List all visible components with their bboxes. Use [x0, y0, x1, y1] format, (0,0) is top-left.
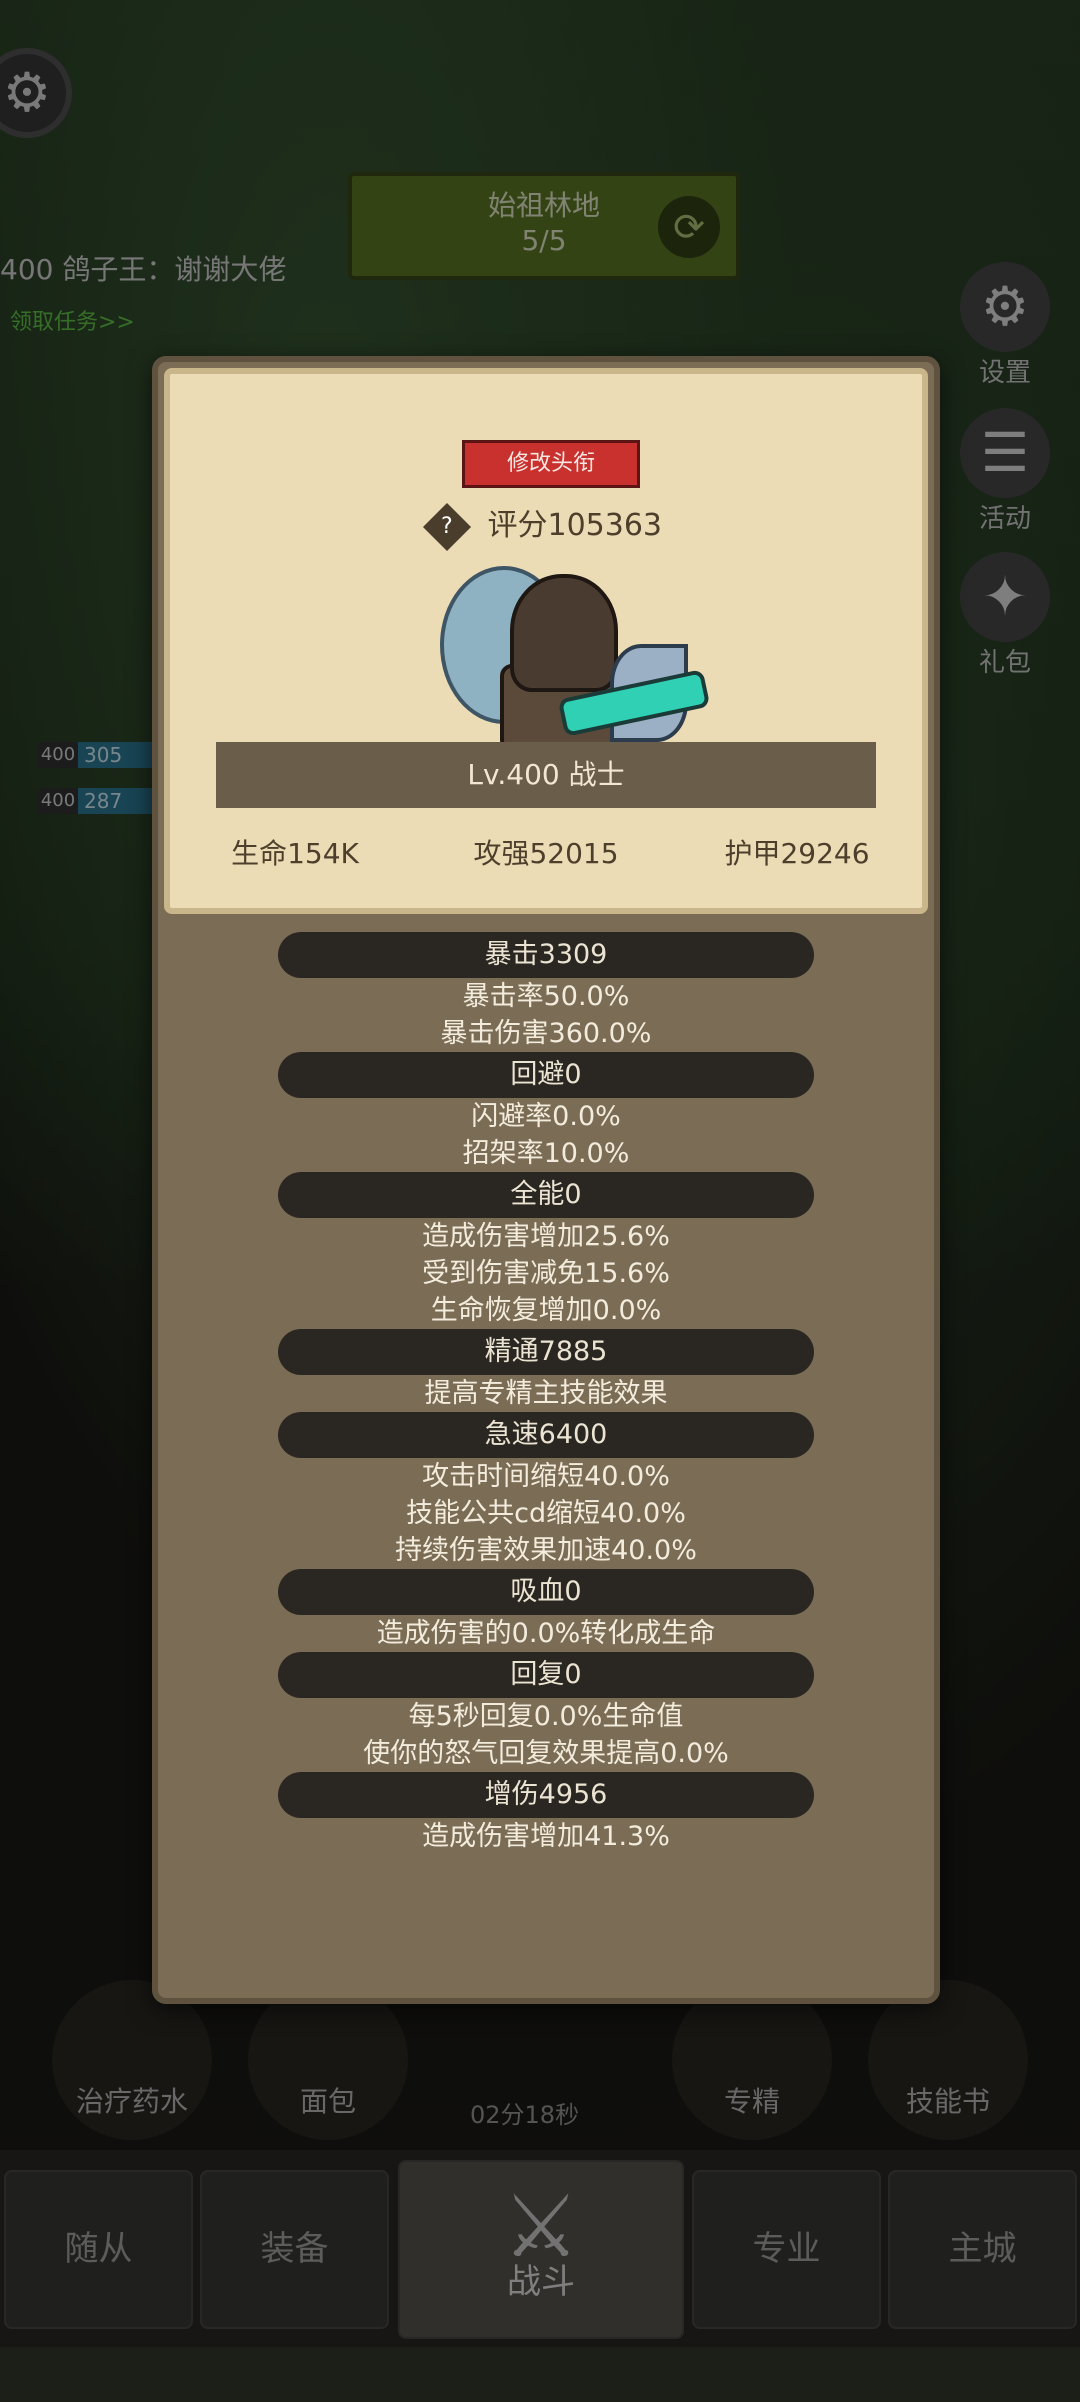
attribute-detail: 暴击率50.0%: [462, 981, 630, 1012]
attribute-detail: 造成伤害增加25.6%: [422, 1221, 670, 1252]
attribute-detail: 使你的怒气回复效果提高0.0%: [363, 1738, 729, 1769]
rename-title-button[interactable]: 修改头衔: [462, 440, 640, 488]
attribute-header: 精通7885: [278, 1329, 814, 1375]
character-stats-modal: 修改头衔 ? 评分105363 Lv.400 战士 生命154K 攻强52015…: [152, 356, 940, 2004]
help-icon[interactable]: ?: [422, 502, 471, 551]
attribute-detail: 生命恢复增加0.0%: [430, 1295, 662, 1326]
attribute-detail: 攻击时间缩短40.0%: [422, 1461, 670, 1492]
level-class-banner: Lv.400 战士: [216, 742, 876, 808]
attribute-detail: 招架率10.0%: [462, 1138, 630, 1169]
attribute-detail: 提高专精主技能效果: [424, 1378, 668, 1409]
attribute-header: 回复0: [278, 1652, 814, 1698]
attribute-list: 暴击3309 暴击率50.0% 暴击伤害360.0% 回避0 闪避率0.0% 招架率10.…: [158, 932, 934, 1855]
attribute-detail: 每5秒回复0.0%生命值: [408, 1701, 684, 1732]
attribute-detail: 受到伤害减免15.6%: [422, 1258, 670, 1289]
attribute-detail: 造成伤害增加41.3%: [422, 1821, 670, 1852]
attribute-detail: 闪避率0.0%: [471, 1101, 621, 1132]
attribute-detail: 持续伤害效果加速40.0%: [395, 1535, 697, 1566]
attribute-header: 回避0: [278, 1052, 814, 1098]
attribute-detail: 造成伤害的0.0%转化成生命: [376, 1618, 716, 1649]
warrior-character-sprite: [440, 554, 711, 764]
attribute-header: 急速6400: [278, 1412, 814, 1458]
attribute-header: 增伤4956: [278, 1772, 814, 1818]
attribute-detail: 暴击伤害360.0%: [440, 1018, 652, 1049]
character-summary: 修改头衔 ? 评分105363 Lv.400 战士 生命154K 攻强52015…: [164, 368, 928, 914]
attribute-header: 全能0: [278, 1172, 814, 1218]
score-text: 评分105363: [487, 508, 663, 543]
stat-armor: 护甲29246: [724, 837, 870, 870]
attribute-detail: 技能公共cd缩短40.0%: [406, 1498, 686, 1529]
stat-hp: 生命154K: [231, 837, 359, 870]
attribute-header: 吸血0: [278, 1569, 814, 1615]
attribute-header: 暴击3309: [278, 932, 814, 978]
stat-attack: 攻强52015: [473, 837, 619, 870]
score-row: ? 评分105363: [170, 500, 922, 551]
